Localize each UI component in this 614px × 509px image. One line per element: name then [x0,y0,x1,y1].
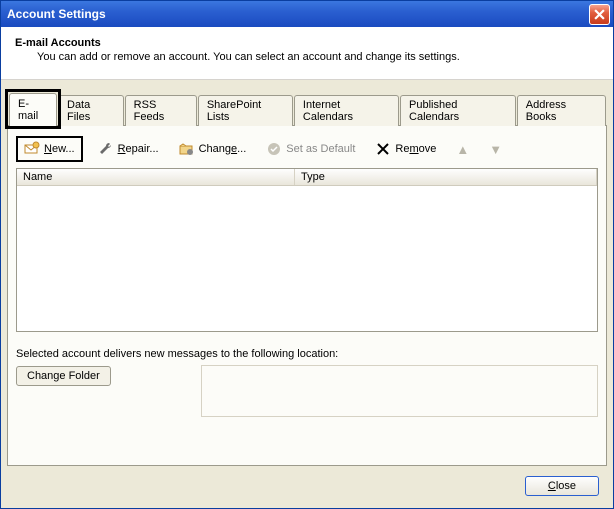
remove-label: Remove [395,143,436,155]
move-up-button: ▲ [451,139,474,160]
set-default-button: Set as Default [261,138,360,160]
content-area: E-mail Accounts You can add or remove an… [1,27,613,508]
tab-sharepoint-lists[interactable]: SharePoint Lists [198,95,293,126]
tab-strip: E-mail Data Files RSS Feeds SharePoint L… [7,92,607,125]
change-folder-button[interactable]: Change Folder [16,366,111,386]
tab-label: SharePoint Lists [207,99,261,123]
list-body[interactable] [17,186,597,331]
new-button[interactable]: New... [16,136,83,162]
move-down-button: ▼ [484,139,507,160]
tab-label: RSS Feeds [134,99,165,123]
titlebar: Account Settings [1,1,613,27]
close-label: Close [548,480,576,492]
list-header: Name Type [17,169,597,186]
header-description: You can add or remove an account. You ca… [15,51,599,63]
tab-published-calendars[interactable]: Published Calendars [400,95,516,126]
close-button[interactable]: Close [525,476,599,496]
wrench-icon [98,141,114,157]
footer: Close [1,466,613,508]
tab-email[interactable]: E-mail [9,93,57,126]
toolbar: New... Repair... Change... [16,134,598,168]
tab-area: E-mail Data Files RSS Feeds SharePoint L… [1,80,613,466]
arrow-down-icon: ▼ [489,142,502,157]
delete-x-icon [375,141,391,157]
header-panel: E-mail Accounts You can add or remove an… [1,27,613,80]
close-icon[interactable] [589,4,610,25]
folder-gear-icon [179,141,195,157]
check-circle-icon [266,141,282,157]
location-panel [201,365,598,417]
arrow-up-icon: ▲ [456,142,469,157]
change-label: Change... [199,143,247,155]
account-settings-window: Account Settings E-mail Accounts You can… [0,0,614,509]
set-default-label: Set as Default [286,143,355,155]
tab-label: Data Files [67,99,90,123]
repair-button[interactable]: Repair... [93,138,164,160]
location-section: Selected account delivers new messages t… [16,346,598,417]
change-button[interactable]: Change... [174,138,252,160]
repair-label: Repair... [118,143,159,155]
tab-internet-calendars[interactable]: Internet Calendars [294,95,399,126]
window-title: Account Settings [7,7,589,21]
tab-label: Address Books [526,99,566,123]
tab-rss-feeds[interactable]: RSS Feeds [125,95,197,126]
tab-data-files[interactable]: Data Files [58,95,124,126]
envelope-new-icon [24,141,40,157]
account-list: Name Type [16,168,598,332]
column-name[interactable]: Name [17,169,295,185]
tab-label: Internet Calendars [303,99,353,123]
tab-panel: New... Repair... Change... [7,125,607,466]
tutorial-highlight-tab [5,89,61,129]
column-type[interactable]: Type [295,169,597,185]
location-text: Selected account delivers new messages t… [16,346,598,366]
header-title: E-mail Accounts [15,37,599,49]
remove-button[interactable]: Remove [370,138,441,160]
tab-label: E-mail [18,98,38,122]
tab-address-books[interactable]: Address Books [517,95,606,126]
new-label: New... [44,143,75,155]
tab-label: Published Calendars [409,99,459,123]
